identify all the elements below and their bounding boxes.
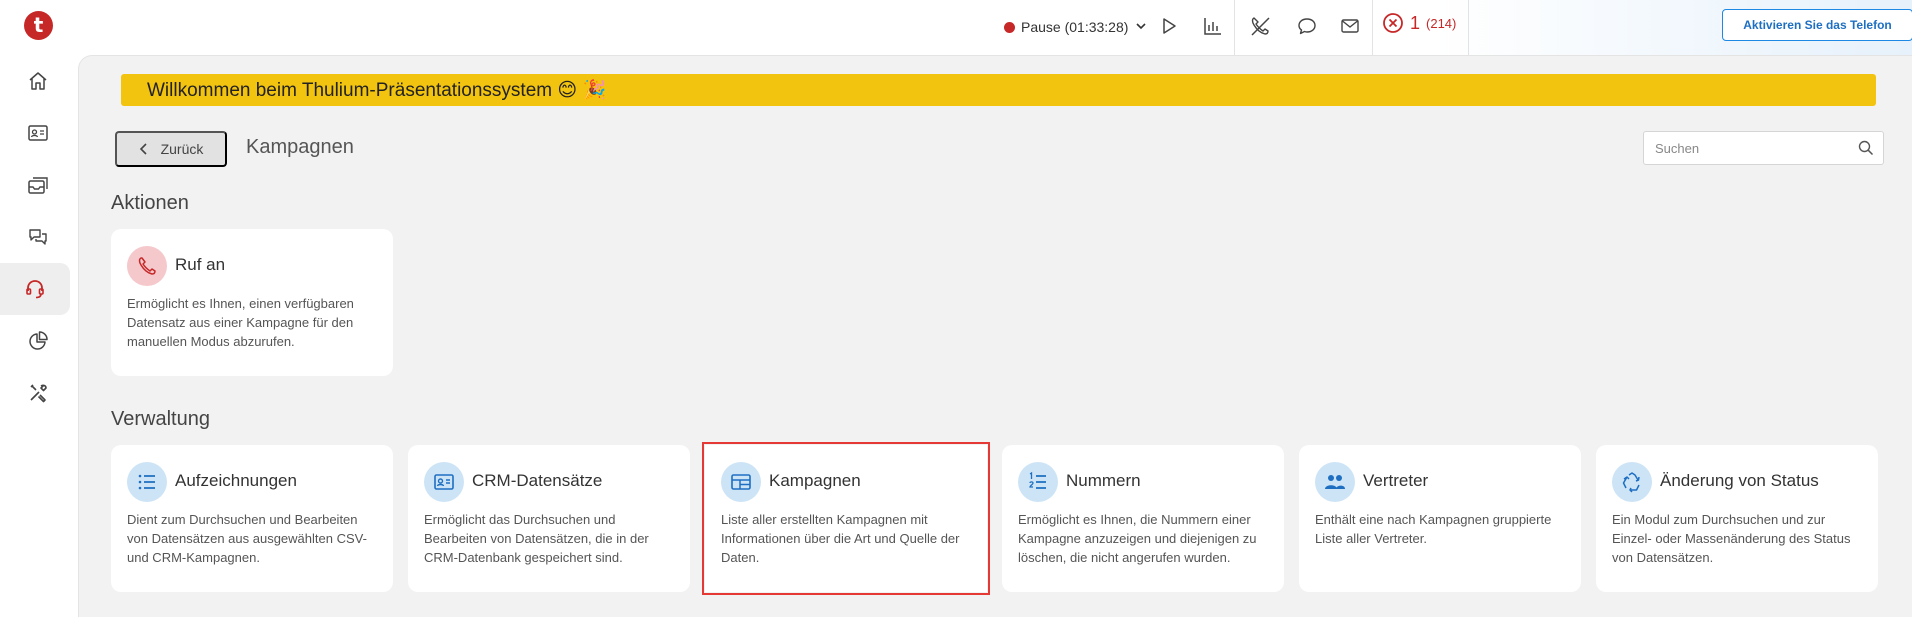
card-description: Enthält eine nach Kampagnen gruppierte L… bbox=[1315, 512, 1552, 546]
chevron-down-icon bbox=[1136, 21, 1146, 34]
welcome-banner-text: Willkommen beim Thulium-Präsentationssys… bbox=[147, 80, 607, 101]
mail-icon[interactable] bbox=[1336, 12, 1364, 40]
search-input[interactable] bbox=[1644, 132, 1844, 164]
card-description: Liste aller erstellten Kampagnen mit Inf… bbox=[721, 512, 960, 565]
card-description: Ermöglicht es Ihnen, einen verfügbaren D… bbox=[127, 296, 354, 349]
card-kampagnen[interactable]: Kampagnen Liste aller erstellten Kampagn… bbox=[702, 442, 990, 595]
error-count: 1 bbox=[1410, 12, 1421, 33]
back-button-label: Zurück bbox=[160, 141, 204, 157]
sidebar-item-reports[interactable] bbox=[18, 321, 58, 361]
chat-bubbles-icon bbox=[29, 229, 47, 245]
card-title: Nummern bbox=[1066, 471, 1141, 490]
card-title: Kampagnen bbox=[769, 471, 861, 490]
card-title: Aufzeichnungen bbox=[175, 471, 297, 490]
status-label: Pause (01:33:28) bbox=[1021, 19, 1129, 35]
section-title-management: Verwaltung bbox=[111, 408, 210, 430]
card-crm-datensaetze[interactable]: CRM-Datensätze Ermöglicht das Durchsuche… bbox=[408, 445, 690, 592]
status-dropdown[interactable]: Pause (01:33:28) bbox=[1004, 16, 1146, 38]
section-title-actions: Aktionen bbox=[111, 192, 189, 214]
toolbar-divider bbox=[1234, 0, 1235, 55]
card-aufzeichnungen[interactable]: Aufzeichnungen Dient zum Durchsuchen und… bbox=[111, 445, 393, 592]
error-total: (214) bbox=[1426, 15, 1457, 31]
sidebar-item-contacts[interactable] bbox=[18, 113, 58, 153]
card-description: Ein Modul zum Durchsuchen und zur Einzel… bbox=[1612, 512, 1851, 565]
chevron-left-icon bbox=[139, 143, 147, 155]
recycle-icon bbox=[1612, 462, 1652, 502]
search-icon[interactable] bbox=[1858, 140, 1874, 161]
card-description: Ermöglicht das Durchsuchen und Bearbeite… bbox=[424, 512, 649, 565]
contact-card-icon bbox=[424, 462, 464, 502]
error-circle-icon bbox=[1383, 13, 1403, 33]
error-indicator[interactable]: 1 (214) bbox=[1382, 12, 1456, 34]
table-icon bbox=[721, 462, 761, 502]
activate-phone-button[interactable]: Aktivieren Sie das Telefon bbox=[1722, 9, 1912, 41]
thulium-logo[interactable]: t bbox=[24, 11, 53, 40]
tools-icon bbox=[30, 384, 47, 403]
card-title: Änderung von Status bbox=[1660, 471, 1819, 490]
sidebar-item-callcenter[interactable] bbox=[0, 263, 70, 315]
card-ruf-an[interactable]: Ruf an Ermöglicht es Ihnen, einen verfüg… bbox=[111, 229, 393, 376]
card-title: Ruf an bbox=[175, 255, 226, 274]
card-description: Ermöglicht es Ihnen, die Nummern einer K… bbox=[1018, 512, 1257, 565]
card-title: Vertreter bbox=[1363, 471, 1429, 490]
card-vertreter[interactable]: Vertreter Enthält eine nach Kampagnen gr… bbox=[1299, 445, 1581, 592]
contact-card-icon bbox=[28, 125, 48, 141]
list-icon bbox=[127, 462, 167, 502]
pie-chart-icon bbox=[29, 331, 48, 350]
numbered-list-icon bbox=[1018, 462, 1058, 502]
play-icon[interactable] bbox=[1155, 12, 1183, 40]
phone-off-icon[interactable] bbox=[1246, 12, 1274, 40]
back-button[interactable]: Zurück bbox=[115, 131, 227, 167]
people-icon bbox=[1315, 462, 1355, 502]
toolbar-divider bbox=[1468, 0, 1469, 55]
toolbar-divider bbox=[1372, 0, 1373, 55]
statistics-icon[interactable] bbox=[1199, 12, 1227, 40]
card-nummern[interactable]: Nummern Ermöglicht es Ihnen, die Nummern… bbox=[1002, 445, 1284, 592]
sidebar-item-settings[interactable] bbox=[18, 373, 58, 413]
headset-icon bbox=[26, 280, 44, 299]
inbox-icon bbox=[28, 177, 48, 194]
search-box bbox=[1643, 131, 1884, 165]
card-aenderung-von-status[interactable]: Änderung von Status Ein Modul zum Durchs… bbox=[1596, 445, 1878, 592]
top-bar: t Pause (01:33:28) 1 (214) Aktivieren Si… bbox=[0, 0, 1912, 55]
sidebar bbox=[0, 55, 78, 617]
sidebar-item-inbox[interactable] bbox=[18, 165, 58, 205]
status-dot-icon bbox=[1004, 21, 1015, 33]
card-title: CRM-Datensätze bbox=[472, 471, 603, 490]
phone-icon bbox=[127, 246, 167, 286]
home-icon bbox=[29, 72, 47, 90]
main-content: Willkommen beim Thulium-Präsentationssys… bbox=[78, 55, 1912, 617]
sidebar-item-home[interactable] bbox=[18, 61, 58, 101]
welcome-banner: Willkommen beim Thulium-Präsentationssys… bbox=[121, 74, 1876, 106]
card-description: Dient zum Durchsuchen und Bearbeiten von… bbox=[127, 512, 367, 565]
page-title: Kampagnen bbox=[246, 136, 354, 158]
sidebar-item-chats[interactable] bbox=[18, 217, 58, 257]
chat-icon[interactable] bbox=[1293, 12, 1321, 40]
